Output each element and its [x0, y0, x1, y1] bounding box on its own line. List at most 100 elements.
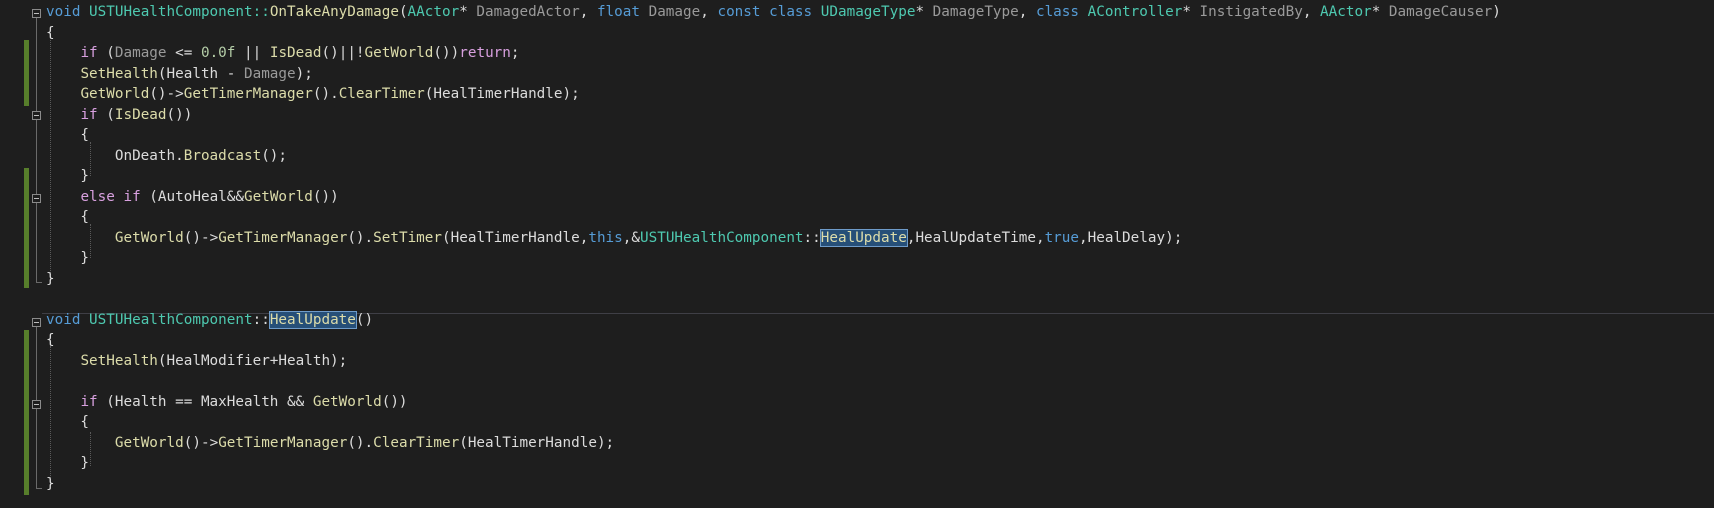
code-token: :: [803, 230, 821, 246]
code-token: * [459, 4, 477, 20]
code-token: AActor [1320, 4, 1372, 20]
code-line[interactable]: } [46, 474, 55, 494]
code-token: ); [295, 66, 313, 82]
code-token: } [46, 455, 90, 471]
code-token: (HealModifier+Health); [157, 353, 348, 369]
code-line[interactable]: GetWorld()->GetTimerManager().ClearTimer… [46, 433, 614, 453]
code-token: DamagedActor [476, 4, 580, 20]
collapse-toggle-icon[interactable] [32, 111, 41, 120]
code-token: || [235, 45, 270, 61]
code-line[interactable]: { [46, 125, 89, 145]
code-line[interactable]: if (Health == MaxHealth && GetWorld()) [46, 392, 408, 412]
code-line[interactable]: GetWorld()->GetTimerManager().ClearTimer… [46, 84, 580, 104]
code-token: this [588, 230, 623, 246]
code-token: DamageType [932, 4, 1019, 20]
code-token: (HealTimerHandle); [459, 435, 615, 451]
code-line[interactable]: } [46, 166, 89, 186]
code-token: ()-> [183, 435, 219, 451]
code-token: GetTimerManager [183, 86, 313, 102]
code-token: GetWorld [114, 435, 184, 451]
code-token: ()-> [149, 86, 184, 102]
collapse-toggle-icon[interactable] [32, 194, 41, 203]
code-line[interactable]: } [46, 248, 89, 268]
code-token: AActor [407, 4, 460, 20]
code-token: (AutoHeal&& [140, 189, 244, 205]
code-token: } [46, 271, 55, 287]
code-token: ()) [166, 107, 193, 123]
collapse-toggle-icon[interactable] [32, 318, 41, 327]
code-token: ; [510, 45, 520, 61]
code-token: float [596, 4, 640, 20]
code-token: (HealTimerHandle); [424, 86, 580, 102]
code-token: { [46, 414, 90, 430]
code-token: Damage [648, 4, 701, 20]
code-token: (). [347, 435, 374, 451]
code-token: , [1018, 4, 1036, 20]
code-token: UDamageType [820, 4, 916, 20]
code-token: Damage [243, 66, 296, 82]
code-token: AController [1087, 4, 1183, 20]
code-token: else if [80, 189, 141, 205]
code-token: IsDead [114, 107, 167, 123]
code-token: void [46, 4, 81, 20]
code-line[interactable]: SetHealth(HealModifier+Health); [46, 351, 347, 371]
code-token: if [80, 45, 98, 61]
code-token: (). [312, 86, 339, 102]
code-token: ()) [433, 45, 460, 61]
code-token: ()) [381, 394, 408, 410]
code-token: USTUHealthComponent:: [80, 4, 270, 20]
code-line[interactable]: if (Damage <= 0.0f || IsDead()||!GetWorl… [46, 43, 520, 63]
code-token: ClearTimer [338, 86, 425, 102]
code-line[interactable]: SetHealth(Health - Damage); [46, 64, 313, 84]
code-line[interactable]: { [46, 412, 89, 432]
fold-region-line [36, 18, 37, 282]
code-line[interactable]: { [46, 23, 55, 43]
code-token: ,& [622, 230, 640, 246]
code-line[interactable]: { [46, 207, 89, 227]
code-token: } [46, 250, 90, 266]
code-line[interactable]: { [46, 330, 55, 350]
code-token: SetHealth [80, 353, 158, 369]
code-token: OnDeath. [46, 148, 184, 164]
code-token: ()) [312, 189, 339, 205]
code-line[interactable]: } [46, 453, 89, 473]
change-marker [24, 40, 29, 106]
code-token: GetTimerManager [218, 435, 348, 451]
code-line[interactable]: GetWorld()->GetTimerManager().SetTimer(H… [46, 228, 1182, 248]
code-token: } [46, 476, 55, 492]
collapse-toggle-icon[interactable] [32, 9, 41, 18]
code-line[interactable]: } [46, 269, 55, 289]
code-token: { [46, 127, 90, 143]
code-token: void [46, 312, 81, 328]
code-token: ()||! [321, 45, 365, 61]
code-token: class [1035, 4, 1080, 20]
code-token: GetWorld [244, 189, 313, 205]
code-token: ,HealDelay); [1079, 230, 1183, 246]
code-token: <= [166, 45, 201, 61]
code-editor[interactable]: void USTUHealthComponent::OnTakeAnyDamag… [0, 0, 1714, 508]
code-line[interactable]: if (IsDead()) [46, 105, 192, 125]
code-token: ,HealUpdateTime, [906, 230, 1045, 246]
code-line[interactable]: OnDeath.Broadcast(); [46, 146, 287, 166]
code-token: ( [398, 4, 408, 20]
code-token: IsDead [269, 45, 322, 61]
collapse-toggle-icon[interactable] [32, 400, 41, 409]
code-line[interactable]: else if (AutoHeal&&GetWorld()) [46, 187, 339, 207]
code-token: ( [97, 45, 115, 61]
code-line[interactable]: void USTUHealthComponent::OnTakeAnyDamag… [46, 2, 1501, 22]
fold-region-end [36, 282, 42, 283]
code-token: } [46, 168, 90, 184]
code-token: , [579, 4, 597, 20]
code-line[interactable]: void USTUHealthComponent::HealUpdate() [46, 310, 373, 330]
code-token: ) [1492, 4, 1501, 20]
code-token: OnTakeAnyDamage [269, 4, 399, 20]
code-token: 0.0f [200, 45, 236, 61]
code-token: GetWorld [364, 45, 434, 61]
